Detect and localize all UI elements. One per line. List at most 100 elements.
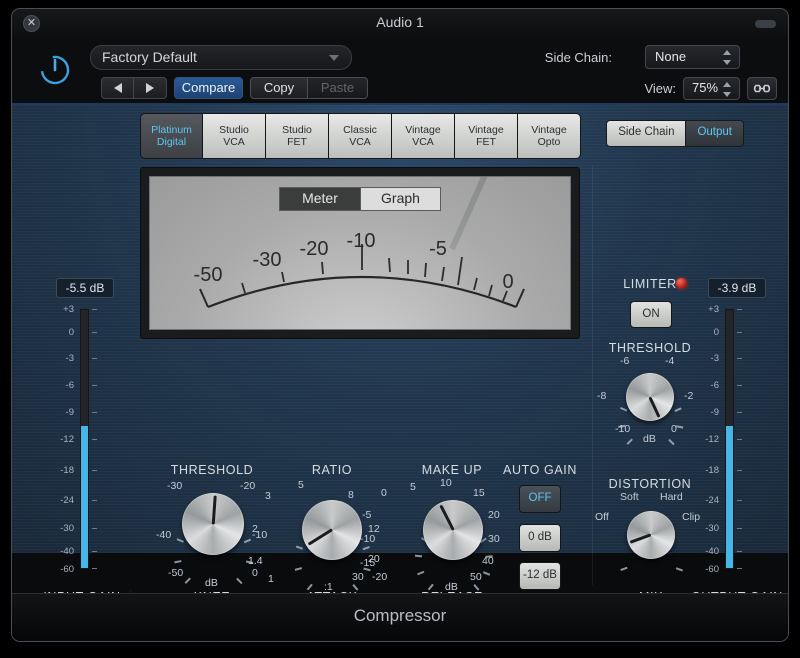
model-tab-line1: Classic bbox=[329, 124, 391, 136]
meter-tick bbox=[92, 412, 97, 413]
input-meter[interactable] bbox=[80, 309, 89, 569]
tab-output[interactable]: Output bbox=[686, 120, 744, 147]
distortion-knob[interactable] bbox=[627, 511, 675, 559]
auto-gain-off-button[interactable]: OFF bbox=[519, 485, 561, 513]
window-resize-handle[interactable] bbox=[755, 20, 776, 28]
vu-meter-arc: -50 -30 -20 -10 -5 0 bbox=[150, 177, 571, 330]
model-tabs: Platinum Digital Studio VCA Studio FET C… bbox=[140, 113, 581, 159]
preset-name: Factory Default bbox=[102, 49, 197, 65]
meter-tick bbox=[92, 309, 97, 310]
copy-button[interactable]: Copy bbox=[250, 77, 308, 99]
model-tab-classic-vca[interactable]: Classic VCA bbox=[329, 113, 392, 159]
sidechain-select[interactable]: None bbox=[645, 45, 740, 69]
model-tab-studio-fet[interactable]: Studio FET bbox=[266, 113, 329, 159]
distortion-scale: Hard bbox=[660, 491, 683, 503]
ratio-scale: 8 bbox=[348, 489, 354, 501]
chevron-down-icon bbox=[329, 55, 339, 61]
model-tab-line1: Vintage bbox=[392, 124, 454, 136]
makeup-scale: -5 bbox=[362, 509, 371, 521]
sidechain-label: Side Chain: bbox=[545, 50, 612, 65]
distortion-scale: Soft bbox=[620, 491, 639, 503]
model-tab-vintage-vca[interactable]: Vintage VCA bbox=[392, 113, 455, 159]
input-scale-label: -6 bbox=[50, 380, 74, 391]
auto-gain-label: AUTO GAIN bbox=[503, 463, 577, 477]
threshold-knob[interactable] bbox=[182, 493, 244, 555]
meter-tick bbox=[92, 551, 97, 552]
auto-gain-minus12db-button[interactable]: -12 dB bbox=[519, 562, 561, 590]
output-scale-label: -12 bbox=[695, 434, 719, 445]
limiter-threshold-knob[interactable] bbox=[626, 373, 674, 421]
meter-tick bbox=[737, 439, 742, 440]
ratio-label: RATIO bbox=[312, 463, 352, 477]
input-scale-label: -30 bbox=[50, 523, 74, 534]
model-tab-vintage-opto[interactable]: Vintage Opto bbox=[518, 113, 581, 159]
preset-selector[interactable]: Factory Default bbox=[90, 45, 352, 70]
distortion-scale: Clip bbox=[682, 511, 700, 523]
output-scale-label: -18 bbox=[695, 465, 719, 476]
stepper-arrows-icon bbox=[723, 82, 732, 97]
input-scale-label: +3 bbox=[50, 304, 74, 315]
output-scale-label: -24 bbox=[695, 495, 719, 506]
ratio-scale: 5 bbox=[298, 479, 304, 491]
output-meter-fill bbox=[726, 426, 733, 568]
meter-tick bbox=[737, 358, 742, 359]
input-scale-label: -24 bbox=[50, 495, 74, 506]
view-zoom-select[interactable]: 75% bbox=[683, 77, 740, 100]
input-scale-label: -3 bbox=[50, 353, 74, 364]
vu-meter-face: Meter Graph bbox=[149, 176, 571, 330]
output-scale-label: -40 bbox=[695, 546, 719, 557]
auto-gain-0db-button[interactable]: 0 dB bbox=[519, 524, 561, 552]
model-tab-platinum-digital[interactable]: Platinum Digital bbox=[140, 113, 203, 159]
plugin-window: ✕ Audio 1 Factory Default Compare Copy P… bbox=[11, 8, 789, 642]
model-tab-line1: Studio bbox=[266, 124, 328, 136]
plugin-footer-title: Compressor bbox=[12, 593, 788, 641]
chevron-right-icon bbox=[146, 83, 154, 93]
input-scale-label: -40 bbox=[50, 546, 74, 557]
sidechain-value: None bbox=[655, 49, 686, 64]
makeup-scale: 15 bbox=[473, 487, 485, 499]
makeup-knob[interactable] bbox=[423, 500, 483, 560]
link-icon[interactable] bbox=[747, 77, 777, 100]
model-tab-line2: VCA bbox=[392, 136, 454, 148]
meter-tick bbox=[737, 568, 742, 569]
threshold-label: THRESHOLD bbox=[171, 463, 254, 477]
next-preset-button[interactable] bbox=[134, 77, 167, 99]
makeup-scale: -15 bbox=[360, 557, 375, 569]
output-scale-label: +3 bbox=[695, 304, 719, 315]
model-tab-vintage-fet[interactable]: Vintage FET bbox=[455, 113, 518, 159]
stepper-arrows-icon bbox=[723, 50, 732, 65]
meter-tick bbox=[92, 470, 97, 471]
distortion-label: DISTORTION bbox=[609, 477, 692, 491]
model-tab-line1: Vintage bbox=[455, 124, 517, 136]
power-icon[interactable] bbox=[38, 53, 72, 87]
ratio-scale: 3 bbox=[265, 490, 271, 502]
output-scale-label: 0 bbox=[695, 327, 719, 338]
model-tab-studio-vca[interactable]: Studio VCA bbox=[203, 113, 266, 159]
limiter-threshold-scale: -10 bbox=[615, 423, 630, 435]
tab-side-chain[interactable]: Side Chain bbox=[606, 120, 686, 147]
meter-tick bbox=[92, 568, 97, 569]
limiter-on-button[interactable]: ON bbox=[630, 301, 672, 328]
makeup-scale: 5 bbox=[410, 481, 416, 493]
prev-preset-button[interactable] bbox=[101, 77, 134, 99]
ratio-scale: 30 bbox=[352, 571, 364, 583]
meter-tick bbox=[737, 528, 742, 529]
model-tab-line2: FET bbox=[266, 136, 328, 148]
meter-display-panel: Meter Graph bbox=[140, 167, 580, 339]
threshold-unit: dB bbox=[205, 577, 218, 589]
input-scale-label: 0 bbox=[50, 327, 74, 338]
view-mode-toggle: Side Chain Output bbox=[606, 120, 744, 147]
makeup-scale: -20 bbox=[372, 571, 387, 583]
input-meter-readout: -5.5 dB bbox=[56, 278, 114, 298]
svg-text:-5: -5 bbox=[429, 238, 447, 260]
output-meter[interactable] bbox=[725, 309, 734, 569]
compare-button[interactable]: Compare bbox=[174, 77, 243, 99]
input-scale-label: -60 bbox=[50, 564, 74, 575]
makeup-scale: 10 bbox=[440, 477, 452, 489]
limiter-threshold-scale: 0 bbox=[671, 423, 677, 435]
paste-button[interactable]: Paste bbox=[308, 77, 368, 99]
model-tab-line1: Platinum bbox=[141, 124, 202, 136]
ratio-knob[interactable] bbox=[302, 500, 362, 560]
svg-text:-20: -20 bbox=[300, 238, 329, 260]
ratio-scale: 1 bbox=[268, 573, 274, 585]
